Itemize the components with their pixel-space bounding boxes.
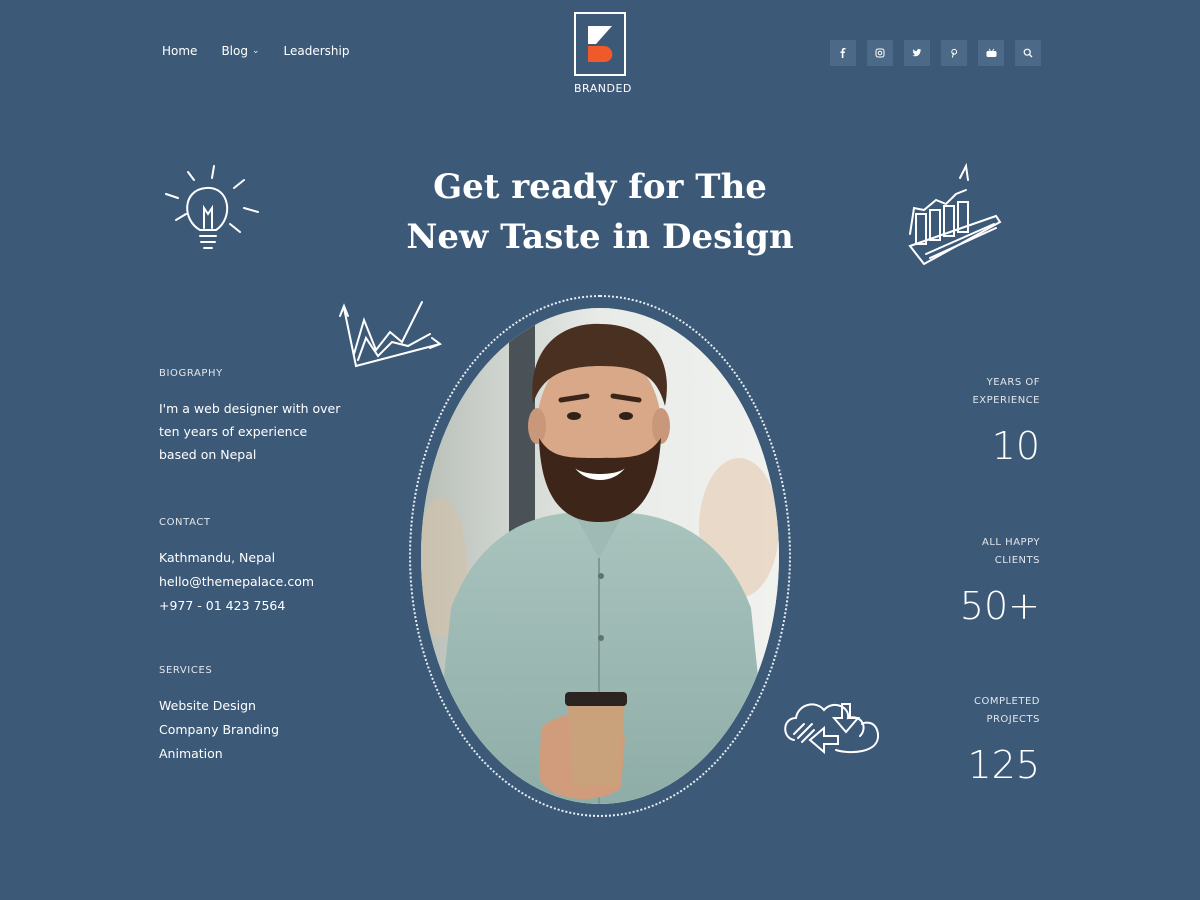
nav-blog[interactable]: Blog ⌄ — [221, 44, 259, 58]
stat-label-line1: COMPLETED — [973, 696, 1040, 707]
main-nav: Home Blog ⌄ Leadership — [162, 44, 349, 58]
bar-chart-growth-icon — [908, 162, 1002, 266]
service-item: Website Design — [159, 698, 256, 713]
contact-phone-link[interactable]: +977 - 01 423 7564 — [159, 594, 359, 618]
instagram-icon[interactable] — [867, 40, 893, 66]
services-label: SERVICES — [159, 665, 213, 676]
search-icon[interactable] — [1015, 40, 1041, 66]
cloud-exchange-icon — [784, 703, 880, 755]
hero-title: Get ready for The New Taste in Design — [360, 162, 840, 262]
contact-location: Kathmandu, Nepal — [159, 550, 276, 565]
stat-projects: COMPLETED PROJECTS 125 — [900, 693, 1040, 787]
stat-experience: YEARS OF EXPERIENCE 10 — [900, 374, 1040, 468]
twitter-icon[interactable] — [904, 40, 930, 66]
person-portrait-image — [421, 308, 779, 804]
biography-line3: based on Nepal — [159, 447, 257, 462]
stat-label-line1: YEARS OF — [986, 377, 1040, 388]
stat-value: 125 — [967, 743, 1040, 787]
contact-section: CONTACT Kathmandu, Nepal hello@themepala… — [159, 517, 359, 618]
biography-section: BIOGRAPHY I'm a web designer with over t… — [159, 368, 359, 466]
stat-label-line1: ALL HAPPY — [982, 537, 1040, 548]
hero-title-line1: Get ready for The — [433, 167, 767, 207]
site-logo[interactable]: BRANDED — [574, 12, 632, 95]
service-item: Animation — [159, 746, 223, 761]
nav-leadership[interactable]: Leadership — [284, 44, 350, 58]
nav-home[interactable]: Home — [162, 44, 197, 58]
biography-line1: I'm a web designer with over — [159, 401, 341, 416]
hero-title-line2: New Taste in Design — [406, 217, 794, 257]
services-section: SERVICES Website Design Company Branding… — [159, 665, 359, 766]
nav-blog-label: Blog — [221, 44, 248, 58]
facebook-icon[interactable] — [830, 40, 856, 66]
contact-label: CONTACT — [159, 517, 211, 528]
portrait-photo — [421, 308, 779, 804]
lightbulb-icon — [165, 165, 259, 249]
biography-label: BIOGRAPHY — [159, 368, 223, 379]
line-graph-icon — [339, 301, 443, 368]
stat-clients: ALL HAPPY CLIENTS 50+ — [900, 534, 1040, 628]
pinterest-icon[interactable] — [941, 40, 967, 66]
stat-value: 50+ — [959, 584, 1040, 628]
biography-line2: ten years of experience — [159, 424, 308, 439]
contact-email-link[interactable]: hello@themepalace.com — [159, 570, 359, 594]
logo-mark — [574, 12, 626, 76]
logo-text: BRANDED — [574, 82, 632, 95]
stat-label-line2: CLIENTS — [994, 555, 1040, 566]
social-bar — [830, 40, 1041, 66]
chevron-down-icon: ⌄ — [251, 46, 260, 56]
stat-label-line2: PROJECTS — [986, 714, 1040, 725]
youtube-icon[interactable] — [978, 40, 1004, 66]
stat-label-line2: EXPERIENCE — [972, 395, 1040, 406]
biography-text: I'm a web designer with over ten years o… — [159, 397, 359, 466]
services-list: Website Design Company Branding Animatio… — [159, 694, 359, 766]
logo-b-icon — [588, 26, 613, 62]
stat-value: 10 — [991, 424, 1040, 468]
service-item: Company Branding — [159, 722, 280, 737]
contact-list: Kathmandu, Nepal hello@themepalace.com +… — [159, 546, 359, 618]
